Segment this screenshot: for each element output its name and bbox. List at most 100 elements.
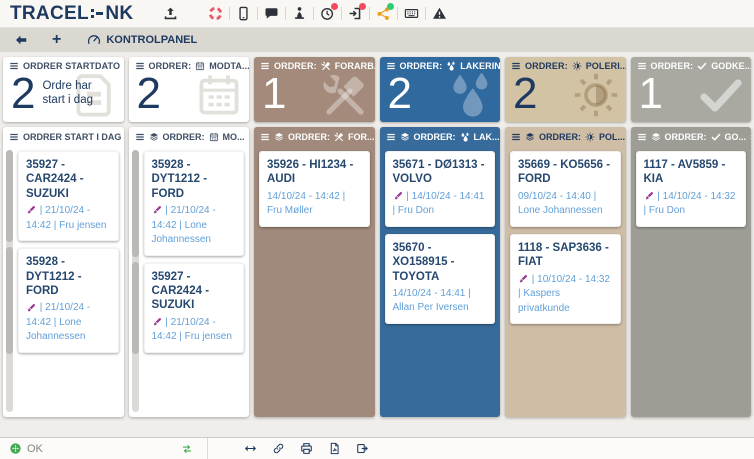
card-drag-handle[interactable] — [132, 262, 139, 354]
kanban-column-title: ORDRER: — [163, 132, 205, 142]
printer-icon[interactable] — [300, 442, 313, 455]
pdf-icon[interactable] — [328, 442, 341, 455]
order-card[interactable]: 35670 - XO158915 - TOYOTA14/10/24 - 14:4… — [385, 234, 496, 324]
menu-icon[interactable] — [260, 132, 270, 142]
order-card-title: 35926 - HI1234 - AUDI — [267, 158, 362, 187]
toolbar-divider — [425, 7, 426, 20]
brush-icon — [152, 205, 162, 215]
order-card-meta: 14/10/24 - 14:42 | Fru Møller — [267, 190, 362, 219]
add-tab-button[interactable]: + — [52, 32, 61, 48]
summary-card-title-text: GODKE... — [711, 61, 751, 71]
summary-card[interactable]: ORDRER:MODTA...×2 — [129, 57, 250, 122]
menu-icon[interactable] — [637, 132, 647, 142]
menu-icon[interactable] — [386, 132, 396, 142]
order-card[interactable]: 1117 - AV5859 - KIA | 14/10/24 - 14:32 |… — [636, 151, 747, 227]
order-card-title: 35928 - DYT1212 - FORD — [152, 158, 237, 201]
order-card-title: 1117 - AV5859 - KIA — [644, 158, 739, 187]
gauge-icon — [87, 33, 101, 47]
order-card[interactable]: 35927 - CAR2424 - SUZUKI | 21/10/24 - 14… — [18, 151, 119, 241]
kanban-column-header[interactable]: ORDRER:LAK...× — [380, 127, 501, 146]
status-label: OK — [27, 443, 43, 455]
status-bar: OK — [0, 437, 754, 459]
kanban-column-header[interactable]: ORDRER:POL...× — [505, 127, 626, 146]
drops-icon — [446, 61, 456, 71]
clock-icon-wrapper[interactable] — [320, 6, 335, 21]
toolbar-divider — [397, 7, 398, 20]
order-card-meta: | 14/10/24 - 14:41 | Fru Don — [393, 190, 488, 219]
statusbar-divider — [207, 438, 208, 459]
back-arrow-icon[interactable] — [14, 33, 28, 47]
card-row: 35671 - DØ1313 - VOLVO | 14/10/24 - 14:4… — [385, 151, 496, 227]
order-card[interactable]: 35927 - CAR2424 - SUZUKI | 21/10/24 - 14… — [144, 263, 245, 353]
summary-card[interactable]: ORDRER:GODKE...×1 — [631, 57, 752, 122]
chat-icon[interactable] — [264, 6, 279, 21]
order-card[interactable]: 35671 - DØ1313 - VOLVO | 14/10/24 - 14:4… — [385, 151, 496, 227]
order-card[interactable]: 35928 - DYT1212 - FORD | 21/10/24 - 14:4… — [144, 151, 245, 256]
brush-icon — [644, 191, 654, 201]
kanban-column-header[interactable]: ORDRER:FOR...× — [254, 127, 375, 146]
sun-icon — [572, 71, 620, 119]
card-row: 35926 - HI1234 - AUDI 14/10/24 - 14:42 | … — [259, 151, 370, 227]
order-card[interactable]: 35926 - HI1234 - AUDI 14/10/24 - 14:42 | … — [259, 151, 370, 227]
statusbar-actions — [244, 442, 369, 455]
tab-bar: + KONTROLPANEL — [0, 28, 754, 52]
kanban-column-body: 35927 - CAR2424 - SUZUKI | 21/10/24 - 14… — [3, 146, 124, 417]
phone-icon[interactable] — [236, 6, 251, 21]
calendar-icon — [195, 71, 243, 119]
resize-h-icon[interactable] — [244, 442, 257, 455]
summary-count: 1 — [639, 74, 662, 114]
menu-icon[interactable] — [135, 132, 145, 142]
order-card-meta: 09/10/24 - 14:40 | Lone Johannessen — [518, 190, 613, 219]
network-icon-wrapper[interactable] — [376, 6, 391, 21]
summary-card-row: ORDRER STARTDATO×2Ordre har start i dagO… — [3, 57, 751, 122]
podium-person-icon[interactable] — [292, 6, 307, 21]
order-card-meta: | 21/10/24 - 14:42 | Fru jensen — [26, 204, 111, 233]
order-card[interactable]: 35928 - DYT1212 - FORD | 21/10/24 - 14:4… — [18, 248, 119, 353]
summary-card-title-text: LAKERING — [460, 61, 500, 71]
order-card-meta: | 21/10/24 - 14:42 | Fru jensen — [152, 316, 237, 345]
sync-icon[interactable] — [181, 443, 193, 455]
sun-icon — [585, 132, 595, 142]
summary-card[interactable]: ORDRER:LAKERING×2 — [380, 57, 501, 122]
sun-icon — [572, 61, 582, 71]
warning-icon[interactable] — [432, 6, 447, 21]
summary-count: 1 — [262, 74, 285, 114]
ok-circle-icon — [9, 442, 22, 455]
order-card-title: 35671 - DØ1313 - VOLVO — [393, 158, 488, 187]
card-drag-handle[interactable] — [132, 150, 139, 257]
summary-card[interactable]: ORDRER:FORARB...×1 — [254, 57, 375, 122]
check-icon — [697, 71, 745, 119]
layers-icon — [400, 132, 410, 142]
card-row: 35928 - DYT1212 - FORD | 21/10/24 - 14:4… — [18, 248, 119, 353]
order-card[interactable]: 1118 - SAP3636 - FIAT | 10/10/24 - 14:32… — [510, 234, 621, 324]
toolbar-divider — [285, 7, 286, 20]
summary-count: 2 — [513, 74, 536, 114]
brush-icon — [26, 205, 36, 215]
keyboard-icon[interactable] — [404, 6, 419, 21]
export-icon[interactable] — [356, 442, 369, 455]
red-badge — [331, 3, 338, 10]
kanban-column-header[interactable]: ORDRER START I DAG× — [3, 127, 124, 146]
close-icon[interactable]: × — [249, 132, 250, 142]
kanban-column-body: 35928 - DYT1212 - FORD | 21/10/24 - 14:4… — [129, 146, 250, 417]
signout-icon-wrapper[interactable] — [348, 6, 363, 21]
order-card[interactable]: 35669 - KO5656 - FORD09/10/24 - 14:40 | … — [510, 151, 621, 227]
menu-icon[interactable] — [9, 132, 19, 142]
kanban-column-header[interactable]: ORDRER:GO...× — [631, 127, 752, 146]
kanban-column-body: 35926 - HI1234 - AUDI 14/10/24 - 14:42 | … — [254, 146, 375, 417]
close-icon[interactable]: × — [750, 132, 751, 142]
logo-i-dash-icon — [96, 12, 103, 16]
lifebuoy-icon[interactable] — [208, 6, 223, 21]
link-icon[interactable] — [272, 442, 285, 455]
kanban-column-header[interactable]: ORDRER:MO...× — [129, 127, 250, 146]
summary-count: 2 — [388, 74, 411, 114]
summary-card-body: 1 — [254, 71, 375, 122]
card-row: 1118 - SAP3636 - FIAT | 10/10/24 - 14:32… — [510, 234, 621, 324]
menu-icon[interactable] — [511, 132, 521, 142]
card-drag-handle[interactable] — [6, 247, 13, 354]
summary-card[interactable]: ORDRER:POLERI...×2 — [505, 57, 626, 122]
card-drag-handle[interactable] — [6, 150, 13, 242]
tab-kontrolpanel[interactable]: KONTROLPANEL — [87, 33, 197, 47]
upload-icon[interactable] — [163, 6, 178, 21]
summary-card[interactable]: ORDRER STARTDATO×2Ordre har start i dag — [3, 57, 124, 122]
